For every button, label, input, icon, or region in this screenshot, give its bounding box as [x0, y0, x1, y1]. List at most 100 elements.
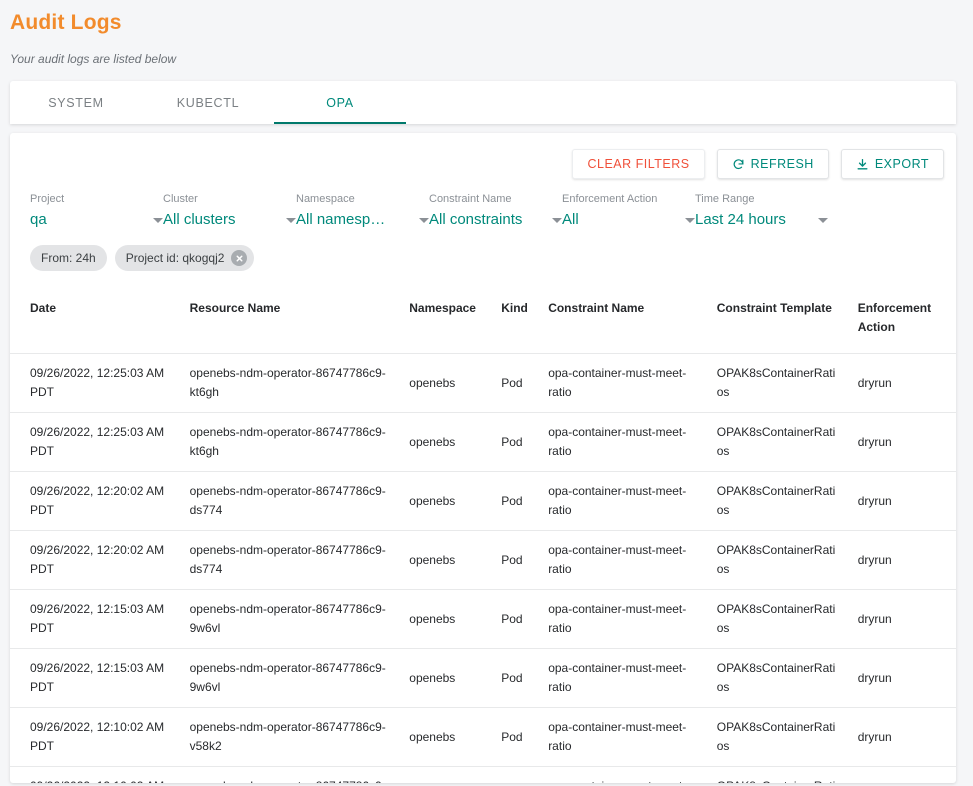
- cell-namespace: openebs: [401, 648, 494, 708]
- refresh-icon: [732, 158, 745, 171]
- chevron-down-icon: [419, 218, 429, 223]
- filter-namespace[interactable]: Namespace All namespa…: [296, 193, 429, 228]
- table-row[interactable]: 09/26/2022, 12:15:03 AM PDT openebs-ndm-o…: [10, 589, 956, 649]
- cell-constraint-name: opa-container-must-meet-ratio: [540, 766, 709, 783]
- cell-constraint-name: opa-container-must-meet-ratio: [540, 707, 709, 767]
- cell-kind: Pod: [493, 589, 541, 649]
- audit-logs-table-container[interactable]: Date Resource Name Namespace Kind Constr…: [10, 289, 956, 783]
- table-header-row: Date Resource Name Namespace Kind Constr…: [10, 289, 956, 354]
- cell-constraint-template: OPAK8sContainerRatios: [708, 353, 850, 413]
- filter-enforcement-action-label: Enforcement Action: [562, 193, 658, 205]
- cell-kind: Pod: [493, 766, 541, 783]
- cell-namespace: openebs: [401, 707, 494, 767]
- cell-date: 09/26/2022, 12:25:03 AM PDT: [10, 353, 182, 413]
- filter-constraint-name-value: All constraints: [429, 211, 523, 228]
- refresh-button[interactable]: REFRESH: [716, 149, 829, 179]
- table-row[interactable]: 09/26/2022, 12:20:02 AM PDT openebs-ndm-o…: [10, 530, 956, 590]
- chevron-down-icon: [552, 218, 562, 223]
- column-header-constraint-template[interactable]: Constraint Template: [708, 289, 850, 354]
- cell-enforcement-action: dryrun: [849, 648, 956, 708]
- cell-namespace: openebs: [401, 471, 494, 531]
- cell-constraint-template: OPAK8sContainerRatios: [708, 589, 850, 649]
- cell-enforcement-action: dryrun: [849, 707, 956, 767]
- tab-kubectl[interactable]: KUBECTL: [142, 81, 274, 124]
- cell-constraint-name: opa-container-must-meet-ratio: [540, 353, 709, 413]
- cell-namespace: openebs: [401, 766, 494, 783]
- cell-resource-name: openebs-ndm-operator-86747786c9-kt6gh: [181, 353, 402, 413]
- cell-resource-name: openebs-ndm-operator-86747786c9-9w6vl: [181, 589, 402, 649]
- column-header-resource-name[interactable]: Resource Name: [181, 289, 402, 354]
- cell-constraint-template: OPAK8sContainerRatios: [708, 530, 850, 590]
- cell-resource-name: openebs-ndm-operator-86747786c9-kt6gh: [181, 412, 402, 472]
- clear-filters-button[interactable]: CLEAR FILTERS: [572, 149, 705, 179]
- table-row[interactable]: 09/26/2022, 12:20:02 AM PDT openebs-ndm-o…: [10, 471, 956, 531]
- cell-date: 09/26/2022, 12:15:03 AM PDT: [10, 648, 182, 708]
- cell-kind: Pod: [493, 648, 541, 708]
- table-row[interactable]: 09/26/2022, 12:10:02 AM PDTopenebs-ndm-o…: [10, 766, 956, 783]
- page-title: Audit Logs: [10, 11, 122, 34]
- table-row[interactable]: 09/26/2022, 12:10:02 AM PDTopenebs-ndm-o…: [10, 707, 956, 767]
- download-icon: [856, 158, 869, 171]
- filter-time-range-value: Last 24 hours: [695, 211, 786, 228]
- cell-date: 09/26/2022, 12:20:02 AM PDT: [10, 530, 182, 590]
- column-header-kind[interactable]: Kind: [493, 289, 541, 354]
- filter-constraint-name[interactable]: Constraint Name All constraints: [429, 193, 562, 228]
- cell-date: 09/26/2022, 12:20:02 AM PDT: [10, 471, 182, 531]
- filter-chip-from-label: From: 24h: [41, 251, 96, 265]
- filter-project-label: Project: [30, 193, 65, 205]
- cell-namespace: openebs: [401, 353, 494, 413]
- filter-chip-project-id-label: Project id: qkogqj2: [125, 251, 225, 265]
- cell-constraint-template: OPAK8sContainerRatios: [708, 648, 850, 708]
- cell-enforcement-action: dryrun: [849, 353, 956, 413]
- cell-enforcement-action: dryrun: [849, 530, 956, 590]
- chevron-down-icon: [818, 218, 828, 223]
- filter-project[interactable]: Project qa: [30, 193, 163, 228]
- filter-cluster-value: All clusters: [163, 211, 236, 228]
- cell-namespace: openebs: [401, 530, 494, 590]
- cell-constraint-template: OPAK8sContainerRatios: [708, 707, 850, 767]
- cell-constraint-name: opa-container-must-meet-ratio: [540, 412, 709, 472]
- column-header-namespace[interactable]: Namespace: [401, 289, 494, 354]
- tab-bar: SYSTEM KUBECTL OPA: [10, 81, 956, 124]
- table-head: Date Resource Name Namespace Kind Constr…: [10, 289, 956, 354]
- filter-time-range[interactable]: Time Range Last 24 hours: [695, 193, 828, 228]
- filter-enforcement-action[interactable]: Enforcement Action All: [562, 193, 695, 228]
- table-row[interactable]: 09/26/2022, 12:25:03 AM PDT openebs-ndm-o…: [10, 412, 956, 472]
- cell-resource-name: openebs-ndm-operator-86747786c9-v58k2: [181, 707, 402, 767]
- filter-constraint-name-label: Constraint Name: [429, 193, 512, 205]
- export-button[interactable]: EXPORT: [840, 149, 944, 179]
- cell-kind: Pod: [493, 471, 541, 531]
- page-subtitle: Your audit logs are listed below: [10, 52, 177, 66]
- cell-resource-name: openebs-ndm-operator-86747786c9-ds774: [181, 471, 402, 531]
- column-header-date[interactable]: Date: [10, 289, 182, 354]
- cell-resource-name: openebs-ndm-operator-86747786c9-ds774: [181, 530, 402, 590]
- audit-logs-card: CLEAR FILTERS REFRESH EXPORT Project qa …: [10, 133, 956, 783]
- tab-system[interactable]: SYSTEM: [10, 81, 142, 124]
- cell-enforcement-action: dryrun: [849, 471, 956, 531]
- filter-enforcement-action-value: All: [562, 211, 579, 228]
- filter-namespace-value: All namespa…: [296, 211, 389, 228]
- close-icon[interactable]: [231, 250, 248, 266]
- filter-chip-project-id[interactable]: Project id: qkogqj2: [114, 245, 255, 271]
- column-header-constraint-name[interactable]: Constraint Name: [540, 289, 709, 354]
- cell-resource-name: openebs-ndm-operator-86747786c9-9w6vl: [181, 648, 402, 708]
- tab-opa[interactable]: OPA: [274, 81, 406, 124]
- refresh-label: REFRESH: [750, 157, 814, 171]
- filter-chip-from[interactable]: From: 24h: [30, 245, 107, 271]
- cell-kind: Pod: [493, 707, 541, 767]
- cell-date: 09/26/2022, 12:10:02 AM PDT: [10, 766, 182, 783]
- table-body: 09/26/2022, 12:25:03 AM PDT openebs-ndm-o…: [10, 353, 956, 783]
- filter-namespace-label: Namespace: [296, 193, 355, 205]
- cell-constraint-name: opa-container-must-meet-ratio: [540, 471, 709, 531]
- audit-logs-table: Date Resource Name Namespace Kind Constr…: [10, 289, 956, 783]
- cell-kind: Pod: [493, 530, 541, 590]
- filter-cluster[interactable]: Cluster All clusters: [163, 193, 296, 228]
- cell-constraint-name: opa-container-must-meet-ratio: [540, 589, 709, 649]
- cell-resource-name: openebs-ndm-operator-86747786c9-v58k2: [181, 766, 402, 783]
- cell-constraint-template: OPAK8sContainerRatios: [708, 766, 850, 783]
- cell-date: 09/26/2022, 12:10:02 AM PDT: [10, 707, 182, 767]
- chevron-down-icon: [286, 218, 296, 223]
- table-row[interactable]: 09/26/2022, 12:15:03 AM PDT openebs-ndm-o…: [10, 648, 956, 708]
- column-header-enforcement-action[interactable]: Enforcement Action: [849, 289, 956, 354]
- table-row[interactable]: 09/26/2022, 12:25:03 AM PDT openebs-ndm-o…: [10, 353, 956, 413]
